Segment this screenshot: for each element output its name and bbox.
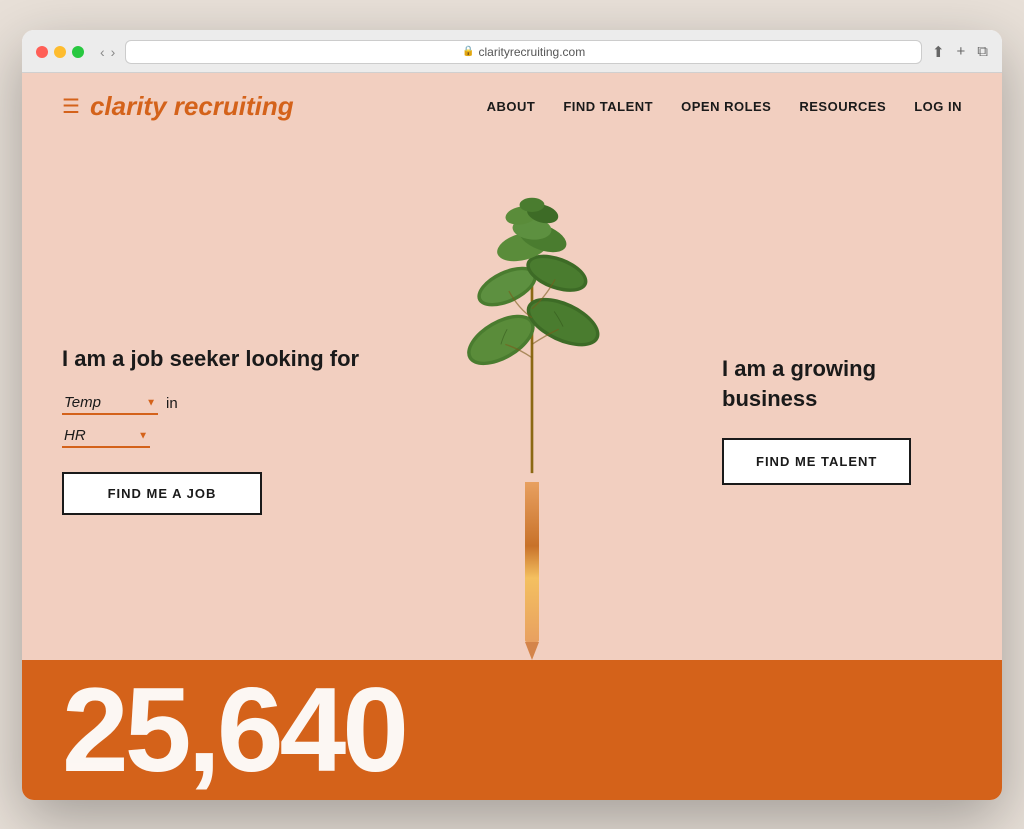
logo-area: ☰ clarity recruiting — [62, 91, 487, 122]
logo-text: clarity recruiting — [90, 91, 294, 122]
hero-center-illustration — [362, 180, 702, 660]
stats-numbers: 25,640 — [62, 670, 405, 790]
browser-actions: ⬆ + ⧉ — [932, 43, 988, 61]
back-icon[interactable]: ‹ — [100, 44, 105, 60]
find-job-button[interactable]: FIND ME A JOB — [62, 472, 262, 515]
nav-link-resources[interactable]: RESOURCES — [799, 99, 886, 114]
browser-controls: ‹ › — [100, 44, 115, 60]
traffic-lights — [36, 46, 84, 58]
find-talent-button[interactable]: FIND ME TALENT — [722, 438, 911, 485]
pencil-plant-illustration — [432, 180, 632, 660]
traffic-light-yellow[interactable] — [54, 46, 66, 58]
address-bar[interactable]: 🔒 clarityrecruiting.com — [125, 40, 922, 64]
nav-links: ABOUT FIND TALENT OPEN ROLES RESOURCES L… — [487, 99, 962, 114]
job-type-row: Temp Permanent Contract in — [62, 392, 362, 415]
traffic-light-red[interactable] — [36, 46, 48, 58]
hero-right-panel: I am a growing business FIND ME TALENT — [702, 180, 962, 660]
category-row: HR Finance Marketing Tech Admin — [62, 425, 362, 448]
nav-link-open-roles[interactable]: OPEN ROLES — [681, 99, 771, 114]
plant-svg — [432, 180, 632, 482]
category-dropdown-wrapper: HR Finance Marketing Tech Admin — [62, 425, 150, 448]
pencil-stem — [525, 482, 539, 642]
forward-icon[interactable]: › — [111, 44, 116, 60]
nav-link-log-in[interactable]: LOG IN — [914, 99, 962, 114]
nav: ☰ clarity recruiting ABOUT FIND TALENT O… — [22, 73, 1002, 140]
bottom-section: 25,640 — [22, 660, 1002, 800]
hamburger-icon[interactable]: ☰ — [62, 94, 80, 119]
hero-section: I am a job seeker looking for Temp Perma… — [22, 140, 1002, 660]
in-label: in — [166, 395, 178, 412]
nav-link-find-talent[interactable]: FIND TALENT — [563, 99, 653, 114]
browser-chrome: ‹ › 🔒 clarityrecruiting.com ⬆ + ⧉ — [22, 30, 1002, 73]
website: ☰ clarity recruiting ABOUT FIND TALENT O… — [22, 73, 1002, 800]
business-heading: I am a growing business — [722, 354, 962, 413]
job-type-select[interactable]: Temp Permanent Contract — [62, 392, 158, 415]
new-tab-icon[interactable]: + — [957, 43, 966, 61]
job-seeker-heading: I am a job seeker looking for — [62, 344, 362, 374]
browser-window: ‹ › 🔒 clarityrecruiting.com ⬆ + ⧉ ☰ clar… — [22, 30, 1002, 800]
hero-left-panel: I am a job seeker looking for Temp Perma… — [62, 180, 362, 660]
pencil-tip — [525, 642, 539, 660]
traffic-light-green[interactable] — [72, 46, 84, 58]
share-icon[interactable]: ⬆ — [932, 43, 945, 61]
job-type-dropdown-wrapper: Temp Permanent Contract — [62, 392, 158, 415]
tabs-icon[interactable]: ⧉ — [977, 43, 988, 61]
category-select[interactable]: HR Finance Marketing Tech Admin — [62, 425, 150, 448]
url-text: clarityrecruiting.com — [479, 45, 586, 59]
lock-icon: 🔒 — [462, 46, 474, 57]
pencil-body — [525, 482, 539, 660]
nav-link-about[interactable]: ABOUT — [487, 99, 536, 114]
